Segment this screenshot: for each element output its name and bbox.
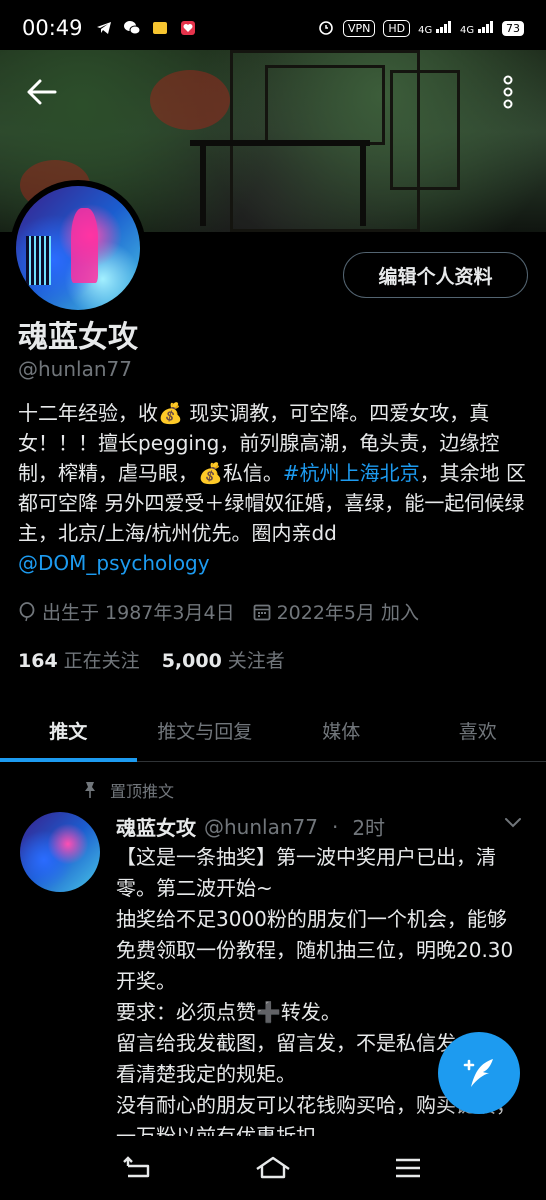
compose-quill-icon — [463, 1059, 493, 1087]
tab-media[interactable]: 媒体 — [273, 700, 410, 761]
compose-tweet-button[interactable] — [438, 1032, 520, 1114]
pin-icon — [85, 782, 95, 798]
edit-profile-button[interactable]: 编辑个人资料 — [343, 252, 528, 298]
status-bar: 00:49 VPN HD 4G 4G 73 — [0, 0, 546, 56]
alarm-icon — [317, 18, 335, 39]
app-notification-icon — [151, 19, 169, 37]
birth-date: 出生于 1987年3月4日 — [42, 602, 235, 624]
followers-label: 关注者 — [227, 650, 285, 672]
tweet-separator: · — [331, 814, 339, 839]
tweet-avatar[interactable] — [20, 812, 100, 892]
pinned-label: 置顶推文 — [110, 782, 175, 801]
more-vertical-icon — [503, 75, 513, 109]
menu-icon — [396, 1158, 421, 1178]
tweet-menu-button[interactable] — [504, 814, 522, 833]
balloon-icon — [18, 601, 36, 622]
back-button[interactable] — [20, 70, 64, 114]
profile-avatar[interactable] — [10, 180, 146, 316]
nav-back-button[interactable] — [113, 1148, 163, 1188]
chevron-down-icon — [505, 818, 521, 828]
profile-tabs: 推文 推文与回复 媒体 喜欢 — [0, 700, 546, 762]
profile-bio: 十二年经验，收💰 现实调教，可空降。四爱女攻，真女！！！擅长pegging，前列… — [18, 398, 528, 578]
telegram-icon — [95, 19, 113, 37]
pinned-indicator: 置顶推文 — [82, 778, 174, 802]
arrow-left-icon — [27, 79, 57, 105]
vpn-badge: VPN — [342, 19, 376, 37]
status-time: 00:49 — [22, 16, 83, 40]
join-date: 2022年5月 加入 — [276, 602, 420, 624]
tweet-author-name[interactable]: 魂蓝女攻 — [116, 812, 196, 841]
following-link[interactable]: 164 正在关注 — [18, 646, 140, 673]
system-status: VPN HD 4G 4G 73 — [317, 18, 524, 39]
profile-name: 魂蓝女攻 — [18, 320, 138, 355]
profile-handle: @hunlan77 — [18, 357, 132, 381]
tab-likes[interactable]: 喜欢 — [410, 700, 546, 761]
net-type-2: 4G — [460, 24, 475, 36]
nav-home-button[interactable] — [248, 1148, 298, 1188]
battery-indicator: 73 — [502, 20, 524, 36]
signal-2: 4G — [460, 20, 494, 36]
followers-count: 5,000 — [161, 650, 222, 672]
hd-badge: HD — [383, 19, 411, 37]
notification-icons — [95, 19, 197, 37]
follow-stats: 164 正在关注 5,000 关注者 — [18, 646, 285, 673]
calendar-icon — [253, 603, 271, 621]
tweet-header: 魂蓝女攻 @hunlan77 · 2时 — [116, 812, 385, 841]
signal-1: 4G — [418, 20, 452, 36]
tab-tweets[interactable]: 推文 — [0, 700, 137, 762]
system-navigation-bar — [0, 1136, 546, 1200]
net-type-1: 4G — [418, 24, 433, 36]
tweet-time: 2时 — [352, 816, 386, 840]
tab-tweets-replies[interactable]: 推文与回复 — [137, 700, 274, 761]
home-icon — [256, 1156, 290, 1179]
nav-menu-button[interactable] — [383, 1148, 433, 1188]
wechat-icon — [123, 19, 141, 37]
profile-meta: 出生于 1987年3月4日 2022年5月 加入 — [18, 598, 419, 625]
following-label: 正在关注 — [63, 650, 140, 672]
back-nav-icon — [122, 1156, 149, 1178]
tweet-author-handle[interactable]: @hunlan77 — [204, 815, 318, 839]
heart-app-icon — [179, 19, 197, 37]
followers-link[interactable]: 5,000 关注者 — [162, 646, 285, 673]
more-options-button[interactable] — [488, 70, 528, 114]
following-count: 164 — [18, 650, 58, 672]
bio-mention-link[interactable]: @DOM_psychology — [18, 551, 210, 575]
bio-hashtag-link[interactable]: #杭州上海北京 — [283, 461, 420, 485]
